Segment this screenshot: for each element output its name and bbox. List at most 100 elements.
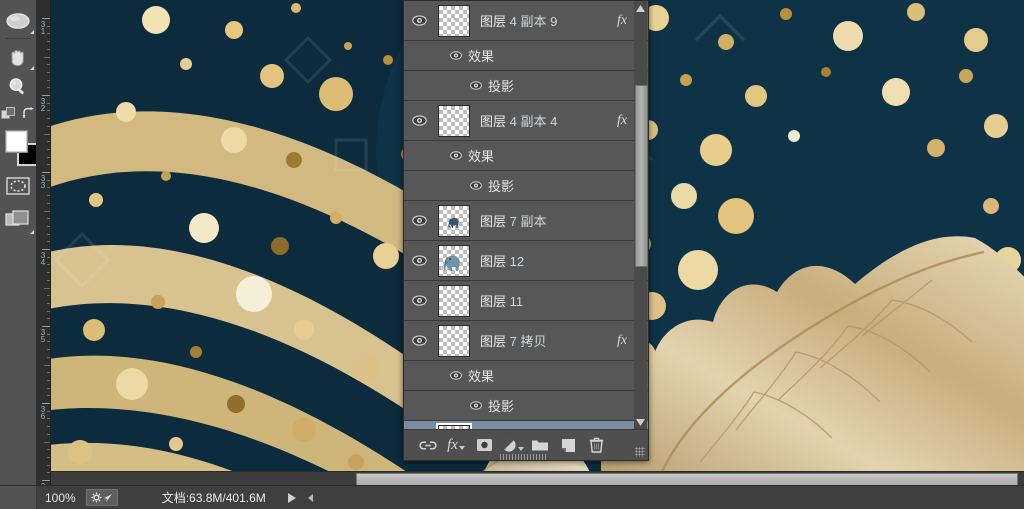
layer-thumbnail[interactable] xyxy=(438,284,470,317)
quick-mask-toggle[interactable] xyxy=(0,170,36,202)
effect-visibility-toggle[interactable] xyxy=(468,401,483,410)
layer-visibility-toggle[interactable] xyxy=(404,201,434,240)
layer-thumbnail[interactable] xyxy=(438,204,470,237)
layer-effect-row[interactable]: 效果 xyxy=(404,41,648,71)
layer-thumbnail-cell[interactable] xyxy=(434,321,474,360)
layers-panel-footer[interactable]: fx xyxy=(404,429,648,460)
panel-resize-grip[interactable] xyxy=(635,447,645,457)
panel-drag-handle[interactable] xyxy=(500,454,546,460)
layer-visibility-toggle[interactable] xyxy=(404,421,434,429)
ruler-minor-tick xyxy=(47,426,50,428)
layer-row[interactable]: 图层 4 副本 4 fx xyxy=(404,101,648,141)
effect-visibility-toggle[interactable] xyxy=(448,371,463,380)
layer-name[interactable]: 图层 7 副本 xyxy=(474,211,612,230)
layers-panel-scrollbar[interactable] xyxy=(634,1,648,429)
status-left-triangle[interactable] xyxy=(307,493,313,502)
layers-scroll-thumb[interactable] xyxy=(635,85,648,267)
visibility-eye-icon xyxy=(449,151,462,160)
layer-style-fx-icon[interactable]: fx xyxy=(442,430,470,460)
ruler-minor-tick xyxy=(47,387,50,389)
tool-flyout-triangle xyxy=(30,66,34,70)
layer-thumbnail-cell[interactable] xyxy=(434,421,474,429)
layer-fx-badge[interactable]: fx xyxy=(612,13,632,29)
vertical-ruler[interactable]: 31323334353637 xyxy=(36,0,51,505)
add-layer-mask-icon[interactable] xyxy=(470,430,498,460)
layer-thumbnail[interactable] xyxy=(438,4,470,37)
ruler-minor-tick xyxy=(47,71,50,73)
scroll-down-arrow[interactable] xyxy=(634,415,647,429)
swap-colors-icon[interactable] xyxy=(21,107,36,121)
layer-visibility-toggle[interactable] xyxy=(404,1,434,40)
layer-fx-badge[interactable]: fx xyxy=(612,333,632,349)
thumbnail-content xyxy=(453,337,456,340)
ruler-minor-tick xyxy=(47,410,50,412)
visibility-eye-icon xyxy=(411,115,427,126)
effect-visibility-toggle[interactable] xyxy=(468,181,483,190)
status-bar-left-pad xyxy=(0,486,37,509)
zoom-level[interactable]: 100% xyxy=(37,491,86,505)
ruler-minor-tick xyxy=(47,264,50,266)
canvas-horizontal-scrollbar[interactable] xyxy=(36,471,1024,486)
layer-effect-row[interactable]: 投影 xyxy=(404,391,648,421)
screen-mode-button[interactable] xyxy=(0,202,36,236)
magnifier-icon xyxy=(9,78,24,95)
layer-row[interactable]: 图层 7 副本 xyxy=(404,201,648,241)
layer-thumbnail[interactable] xyxy=(438,324,470,357)
layer-thumbnail-cell[interactable] xyxy=(434,241,474,280)
ruler-minor-tick xyxy=(47,125,50,127)
ruler-minor-tick xyxy=(47,395,50,397)
layer-name[interactable]: 图层 4 副本 9 xyxy=(474,11,612,30)
layer-row[interactable]: 图层 12 xyxy=(404,241,648,281)
ruler-minor-tick xyxy=(44,441,50,443)
layer-fx-badge[interactable]: fx xyxy=(612,113,632,129)
layer-effect-row[interactable]: 投影 xyxy=(404,171,648,201)
ruler-minor-tick xyxy=(47,218,50,220)
layer-thumbnail-cell[interactable] xyxy=(434,1,474,40)
ruler-minor-tick xyxy=(47,225,50,227)
layer-visibility-toggle[interactable] xyxy=(404,321,434,360)
zoom-tool[interactable] xyxy=(0,72,36,102)
tool-separator xyxy=(5,38,31,39)
foreground-color-swatch[interactable] xyxy=(5,130,28,153)
layer-name[interactable]: 图层 4 副本 4 xyxy=(474,111,612,130)
visibility-eye-icon xyxy=(469,401,482,410)
layer-visibility-toggle[interactable] xyxy=(404,281,434,320)
layers-panel[interactable]: 图层 4 副本 9 fx 效果 投影 图层 4 副本 4 fx 效果 投影 图层 7 副本 图层 … xyxy=(403,0,649,461)
ruler-minor-tick xyxy=(44,287,50,289)
layer-row[interactable]: 图层 13fx xyxy=(404,421,648,429)
layer-name[interactable]: 图层 11 xyxy=(474,291,612,310)
status-expand-arrow[interactable] xyxy=(287,492,296,503)
effect-visibility-toggle[interactable] xyxy=(448,151,463,160)
layer-row[interactable]: 图层 11 xyxy=(404,281,648,321)
layer-thumbnail-cell[interactable] xyxy=(434,281,474,320)
ruler-minor-tick xyxy=(47,433,50,435)
ellipse-tool[interactable] xyxy=(0,6,36,36)
layer-thumbnail[interactable] xyxy=(438,244,470,277)
layers-list[interactable]: 图层 4 副本 9 fx 效果 投影 图层 4 副本 4 fx 效果 投影 图层 7 副本 图层 … xyxy=(404,1,648,429)
delete-layer-icon[interactable] xyxy=(582,430,610,460)
ruler-minor-tick xyxy=(47,456,50,458)
default-colors-icon[interactable] xyxy=(0,107,16,121)
layer-effect-row[interactable]: 效果 xyxy=(404,141,648,171)
effect-visibility-toggle[interactable] xyxy=(468,81,483,90)
layer-row[interactable]: 图层 7 拷贝 fx xyxy=(404,321,648,361)
layer-thumbnail[interactable] xyxy=(438,104,470,137)
layer-name[interactable]: 图层 7 拷贝 xyxy=(474,331,612,350)
ruler-minor-tick xyxy=(47,202,50,204)
effect-visibility-toggle[interactable] xyxy=(448,51,463,60)
hand-tool[interactable] xyxy=(0,42,36,72)
link-layers-icon[interactable] xyxy=(414,430,442,460)
status-gear-button[interactable] xyxy=(85,489,118,506)
layer-visibility-toggle[interactable] xyxy=(404,101,434,140)
ruler-minor-tick xyxy=(47,195,50,197)
layer-visibility-toggle[interactable] xyxy=(404,241,434,280)
layer-effect-row[interactable]: 效果 xyxy=(404,361,648,391)
layer-thumbnail-cell[interactable] xyxy=(434,101,474,140)
color-swatches[interactable] xyxy=(0,126,40,170)
layer-name[interactable]: 图层 12 xyxy=(474,251,612,270)
layer-effect-row[interactable]: 投影 xyxy=(404,71,648,101)
new-layer-icon[interactable] xyxy=(554,430,582,460)
layer-thumbnail-cell[interactable] xyxy=(434,201,474,240)
layer-row[interactable]: 图层 4 副本 9 fx xyxy=(404,1,648,41)
scroll-up-arrow[interactable] xyxy=(634,1,647,15)
